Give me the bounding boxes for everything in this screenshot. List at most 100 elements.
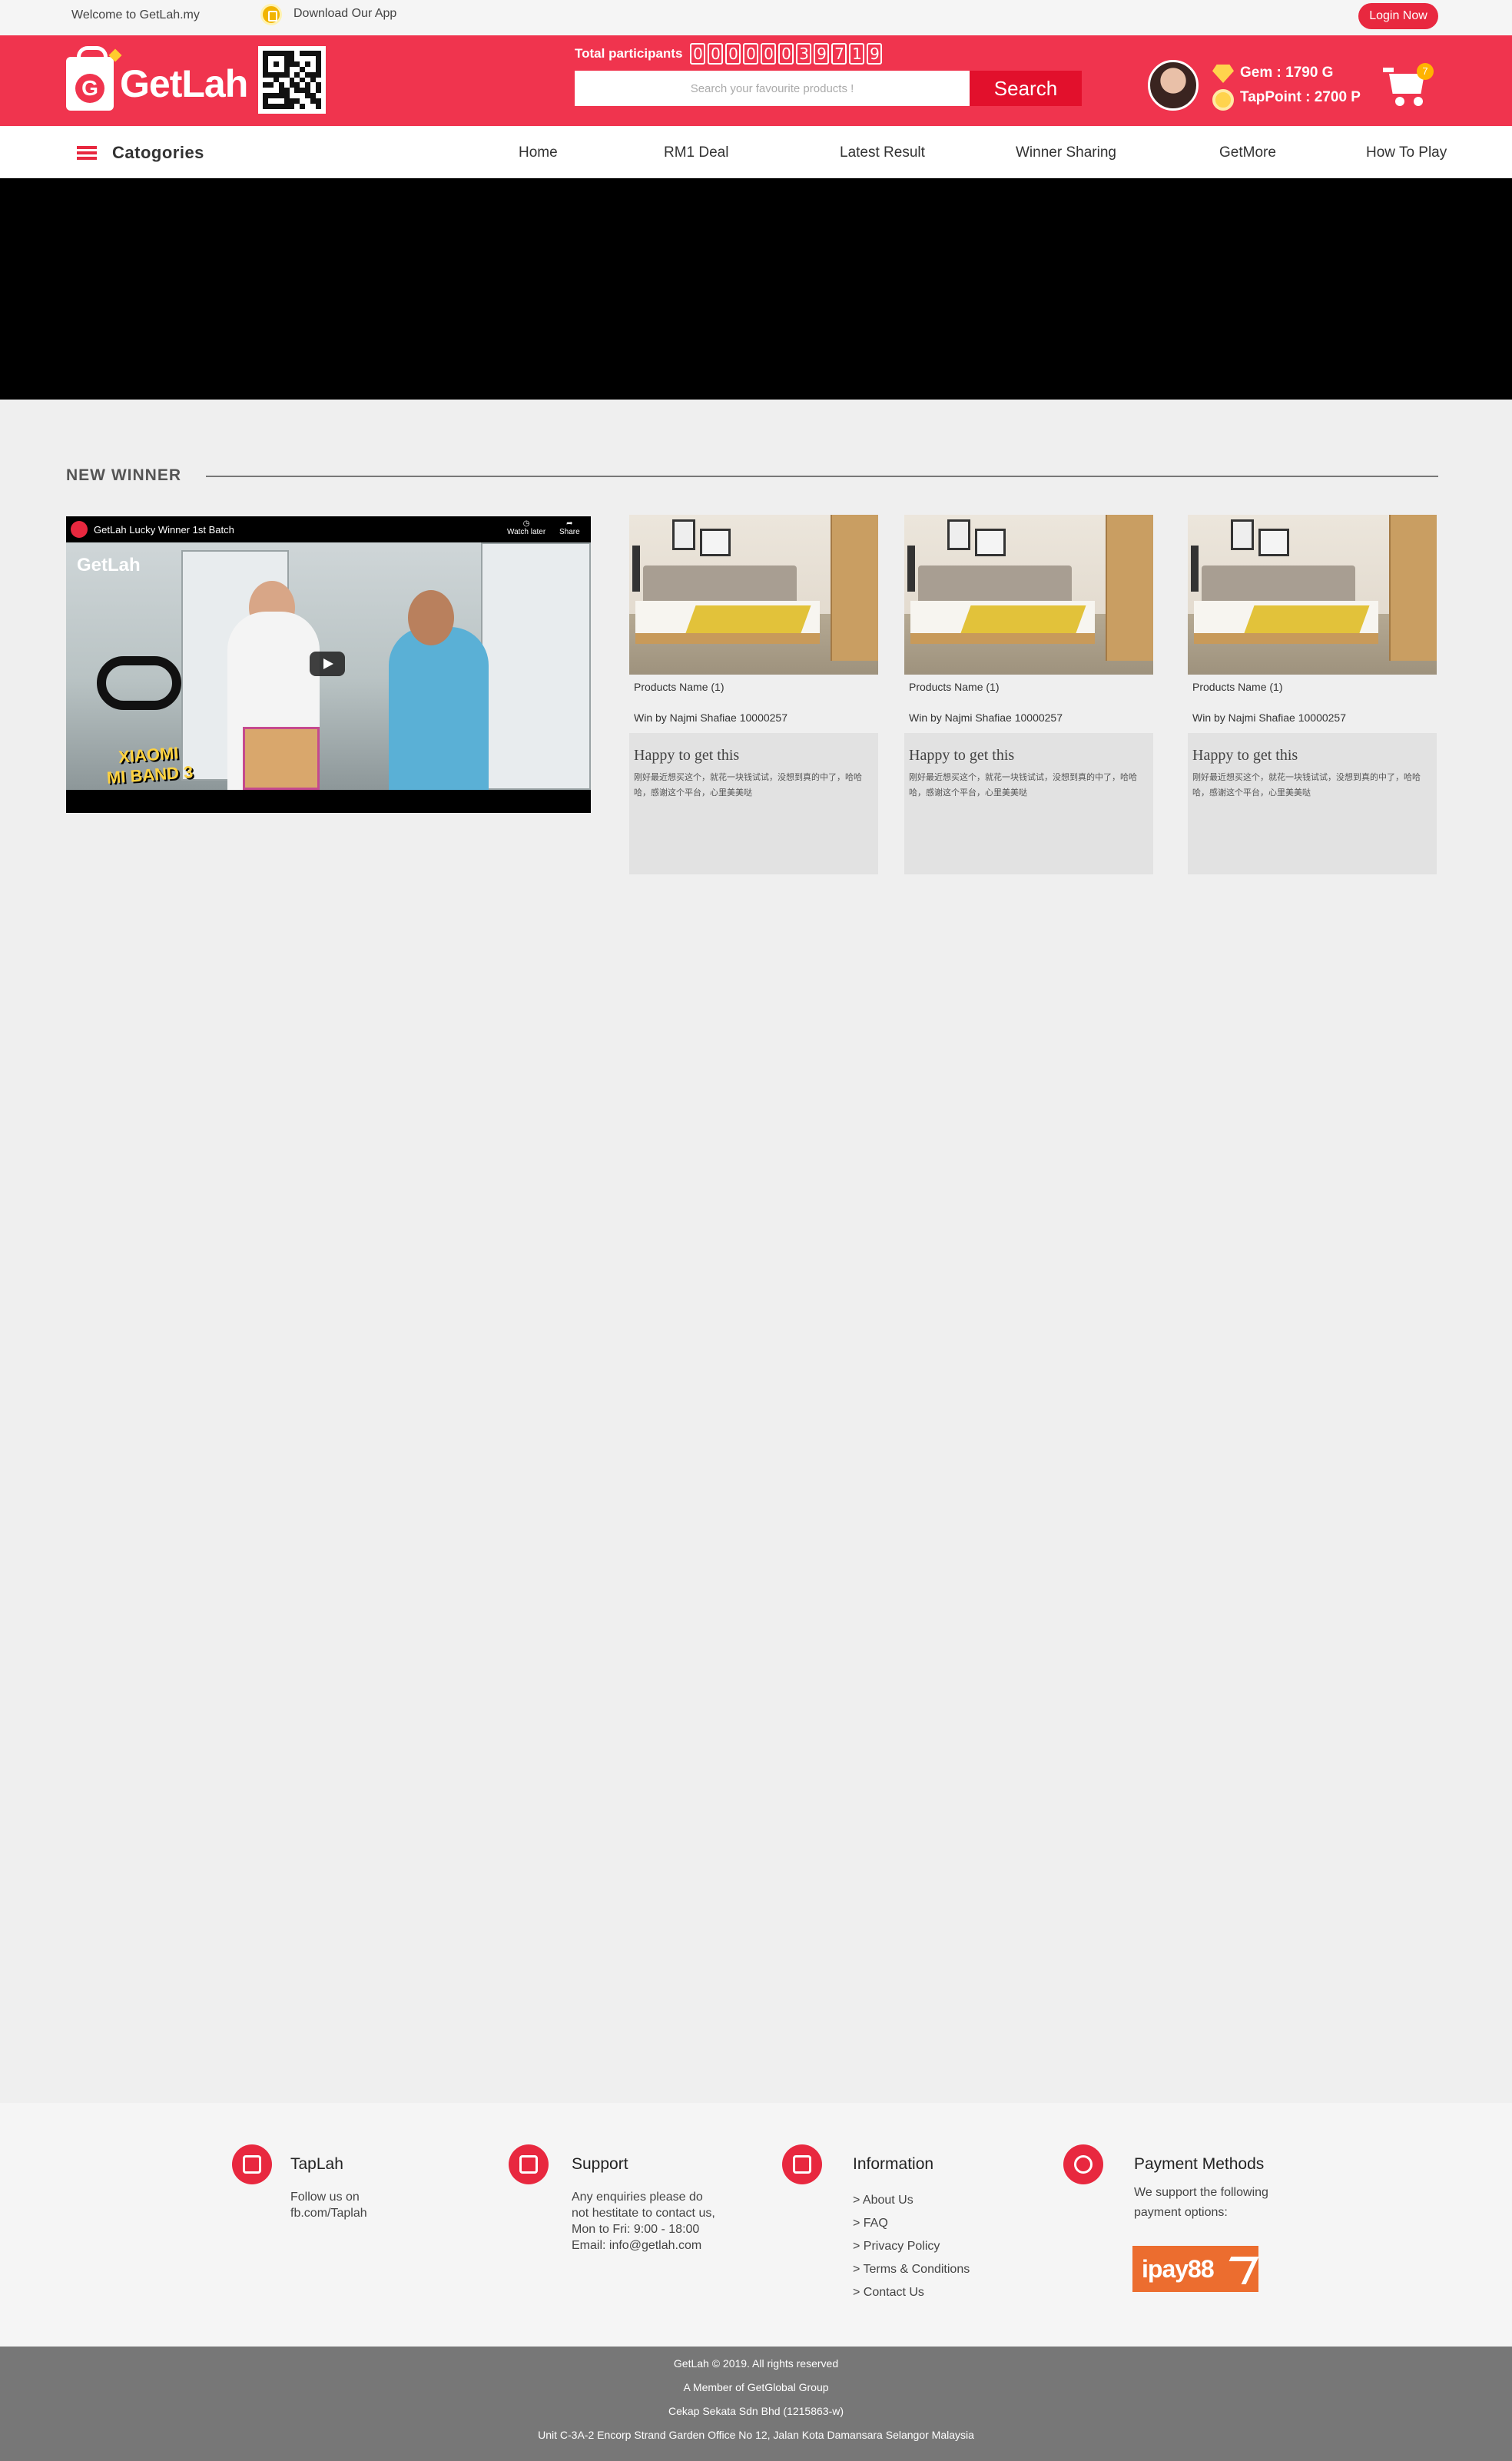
footer: TapLah Follow us on fb.com/Taplah Suppor… [0, 2103, 1512, 2347]
search-input[interactable] [575, 71, 970, 106]
channel-avatar[interactable] [71, 521, 88, 538]
footer-heading: Support [572, 2155, 628, 2173]
participants-counter: Total participants 00000039719 [575, 43, 884, 65]
product-name[interactable]: Products Name (1) [1192, 681, 1282, 693]
testimonial-box: Happy to get this 刚好最近想买这个，就花一块钱试试，没想到真的… [1188, 733, 1437, 874]
counter-digit: 0 [778, 43, 794, 65]
categories-menu[interactable]: Catogories [112, 143, 204, 163]
counter-digit: 0 [725, 43, 741, 65]
counter-digit: 3 [796, 43, 812, 65]
product-image[interactable] [1188, 515, 1437, 675]
qr-code [258, 46, 326, 114]
testimonial-text: 刚好最近想买这个，就花一块钱试试，没想到真的中了，哈哈哈，感谢这个平台，心里美美… [634, 772, 862, 798]
nav-how-to-play[interactable]: How To Play [1366, 144, 1447, 161]
copyright-text: GetLah © 2019. All rights reserved [673, 2357, 839, 2370]
footer-link-faq[interactable]: > FAQ [853, 2212, 970, 2235]
footer-heading: TapLah [290, 2155, 343, 2173]
footer-text: Mon to Fri: 9:00 - 18:00 [572, 2223, 700, 2236]
counter-digit: 0 [690, 43, 706, 65]
cart-button[interactable]: 7 [1383, 63, 1434, 106]
testimonial-text: 刚好最近想买这个，就花一块钱试试，没想到真的中了，哈哈哈，感谢这个平台，心里美美… [1192, 772, 1421, 798]
gift-box [243, 727, 320, 790]
testimonial-box: Happy to get this 刚好最近想买这个，就花一块钱试试，没想到真的… [904, 733, 1153, 874]
section-title: NEW WINNER [66, 466, 181, 484]
counter-digit: 0 [761, 43, 777, 65]
gift-icon [509, 2144, 549, 2184]
counter-digit: 7 [831, 43, 847, 65]
footer-link-about[interactable]: > About Us [853, 2189, 970, 2212]
gem-icon [1212, 65, 1234, 83]
tappoint-balance: TapPoint : 2700 P [1240, 89, 1361, 105]
footer-link-privacy[interactable]: > Privacy Policy [853, 2235, 970, 2258]
nav-rm1-deal[interactable]: RM1 Deal [664, 144, 728, 161]
winner-card[interactable]: Products Name (1) Win by Najmi Shafiae 1… [904, 515, 1153, 874]
download-app-link[interactable]: Download Our App [293, 7, 396, 21]
cart-count-badge: 7 [1417, 63, 1434, 80]
copyright-bar: GetLah © 2019. All rights reserved A Mem… [0, 2347, 1512, 2461]
main-nav: Catogories Home RM1 Deal Latest Result W… [0, 126, 1512, 178]
footer-heading: Information [853, 2155, 934, 2173]
user-avatar[interactable] [1148, 60, 1199, 111]
footer-link-contact[interactable]: > Contact Us [853, 2281, 970, 2304]
footer-heading: Payment Methods [1134, 2155, 1265, 2173]
company-text: Cekap Sekata Sdn Bhd (1215863-w) [668, 2405, 844, 2417]
address-text: Unit C-3A-2 Encorp Strand Garden Office … [538, 2429, 974, 2441]
ipay88-logo: ipay88 [1132, 2246, 1258, 2292]
testimonial-heading: Happy to get this [1192, 747, 1298, 764]
top-bar: Welcome to GetLah.my Download Our App Lo… [0, 0, 1512, 35]
watch-later-button[interactable]: ◷ Watch later [507, 519, 545, 536]
testimonial-heading: Happy to get this [634, 747, 740, 764]
counter-digit: 9 [867, 43, 883, 65]
winner-name: Win by Najmi Shafiae 10000257 [1192, 711, 1347, 724]
winner-video[interactable]: XIAOMI MI BAND 3 GetLah Lucky Winner 1st… [66, 516, 591, 813]
section-divider [206, 476, 1438, 477]
welcome-text: Welcome to GetLah.my [71, 8, 200, 22]
search-button[interactable]: Search [970, 71, 1082, 106]
play-icon[interactable] [310, 652, 345, 676]
mobile-app-icon[interactable] [260, 4, 282, 25]
shopping-bag-icon: G [66, 46, 114, 111]
winner-card[interactable]: Products Name (1) Win by Najmi Shafiae 1… [1188, 515, 1437, 874]
group-text: A Member of GetGlobal Group [683, 2381, 829, 2393]
footer-text: not hestitate to contact us, [572, 2207, 715, 2220]
footer-text: Any enquiries please do [572, 2191, 703, 2204]
product-name[interactable]: Products Name (1) [634, 681, 724, 693]
coin-icon [1212, 89, 1234, 111]
counter-digit: 1 [849, 43, 865, 65]
cart-icon [232, 2144, 272, 2184]
login-button[interactable]: Login Now [1358, 3, 1438, 29]
facebook-link[interactable]: fb.com/Taplah [290, 2205, 367, 2221]
footer-text: payment options: [1134, 2206, 1228, 2219]
star-icon [1063, 2144, 1103, 2184]
product-image[interactable] [904, 515, 1153, 675]
participants-label: Total participants [575, 46, 683, 61]
footer-link-terms[interactable]: > Terms & Conditions [853, 2258, 970, 2281]
nav-winner-sharing[interactable]: Winner Sharing [1016, 144, 1116, 161]
share-button[interactable]: ➦ Share [559, 519, 580, 536]
winner-name: Win by Najmi Shafiae 10000257 [909, 711, 1063, 724]
mi-band [97, 656, 181, 710]
winner-card[interactable]: Products Name (1) Win by Najmi Shafiae 1… [629, 515, 878, 874]
product-image[interactable] [629, 515, 878, 675]
footer-text: We support the following [1134, 2186, 1268, 2199]
testimonial-text: 刚好最近想买这个，就花一块钱试试，没想到真的中了，哈哈哈，感谢这个平台，心里美美… [909, 772, 1137, 798]
support-email[interactable]: Email: info@getlah.com [572, 2237, 715, 2254]
counter-digit: 0 [708, 43, 724, 65]
nav-latest-result[interactable]: Latest Result [840, 144, 925, 161]
gem-balance: Gem : 1790 G [1240, 65, 1334, 81]
testimonial-box: Happy to get this 刚好最近想买这个，就花一块钱试试，没想到真的… [629, 733, 878, 874]
footer-text: Follow us on [290, 2191, 360, 2204]
video-title[interactable]: GetLah Lucky Winner 1st Batch [94, 524, 234, 536]
getlah-logo[interactable]: G GetLah [66, 46, 248, 112]
menu-list-icon[interactable] [77, 146, 97, 160]
logo-text: GetLah [120, 62, 248, 105]
nav-getmore[interactable]: GetMore [1219, 144, 1276, 161]
nav-home[interactable]: Home [519, 144, 558, 161]
hero-banner[interactable] [0, 178, 1512, 400]
testimonial-heading: Happy to get this [909, 747, 1015, 764]
product-name[interactable]: Products Name (1) [909, 681, 999, 693]
wallet-icon [782, 2144, 822, 2184]
winner-name: Win by Najmi Shafiae 10000257 [634, 711, 788, 724]
counter-digit: 9 [814, 43, 830, 65]
video-brand: GetLah [77, 555, 141, 575]
